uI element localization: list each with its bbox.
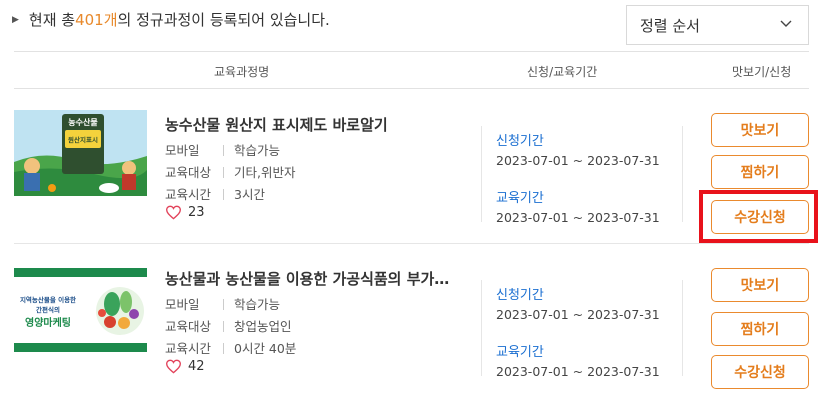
- like-button[interactable]: 42: [165, 359, 205, 374]
- course-count-summary: ▶ 현재 총 401개 의 정규과정이 등록되어 있습니다.: [12, 9, 330, 30]
- course-meta-duration: 교육시간 0시간 40분: [165, 341, 297, 356]
- apply-period-label: 신청기간: [496, 288, 544, 303]
- sort-order-select[interactable]: 정렬 순서: [626, 5, 809, 45]
- thumbnail-title-line1: 농수산물: [68, 117, 98, 127]
- course-row: 지역농산물을 이용한 간편식의 영양마케팅 농산물과 농산물을 이용한 가공식품…: [14, 258, 809, 398]
- chevron-down-icon: [780, 20, 792, 27]
- course-meta-target: 교육대상 기타,위반자: [165, 165, 296, 180]
- thumbnail-title-line3: 영양마케팅: [25, 316, 71, 329]
- education-period-label: 교육기간: [496, 191, 544, 206]
- thumbnail-title-line1: 지역농산물을 이용한: [20, 295, 76, 304]
- course-title[interactable]: 농수산물 원산지 표시제도 바로알기: [165, 114, 388, 135]
- column-divider: [682, 126, 683, 222]
- apply-period-dates: 2023-07-01 ~ 2023-07-31: [496, 307, 660, 322]
- apply-period-label: 신청기간: [496, 134, 544, 149]
- column-divider: [481, 126, 482, 222]
- course-thumbnail[interactable]: 지역농산물을 이용한 간편식의 영양마케팅: [14, 268, 147, 352]
- course-title[interactable]: 농산물과 농산물을 이용한 가공식품의 부가…: [165, 268, 449, 289]
- enroll-button[interactable]: 수강신청: [711, 200, 809, 234]
- heart-icon: [165, 359, 182, 374]
- preview-button[interactable]: 맛보기: [711, 113, 809, 147]
- preview-button[interactable]: 맛보기: [711, 268, 809, 302]
- education-period-label: 교육기간: [496, 345, 544, 360]
- education-period-dates: 2023-07-01 ~ 2023-07-31: [496, 210, 660, 225]
- like-count: 23: [188, 205, 205, 220]
- thumbnail-title-line2: 간편식의: [36, 305, 60, 314]
- column-divider: [481, 280, 482, 376]
- column-header-period: 신청/교육기간: [527, 65, 598, 79]
- course-meta-target: 교육대상 창업농업인: [165, 319, 292, 334]
- wishlist-button[interactable]: 찜하기: [711, 155, 809, 189]
- wishlist-button[interactable]: 찜하기: [711, 312, 809, 346]
- enroll-button[interactable]: 수강신청: [711, 355, 809, 389]
- table-header: 교육과정명 신청/교육기간 맛보기/신청: [14, 51, 809, 89]
- like-button[interactable]: 23: [165, 205, 205, 220]
- course-thumbnail-art: 지역농산물을 이용한 간편식의 영양마케팅: [14, 268, 147, 352]
- triangle-bullet-icon: ▶: [12, 14, 19, 25]
- course-row: 농수산물 원산지표시 농수산물 원산지 표시제도 바로알기 모바일 학습가능 교육…: [14, 104, 809, 244]
- course-meta-mobile: 모바일 학습가능: [165, 143, 281, 158]
- course-thumbnail[interactable]: 농수산물 원산지표시: [14, 110, 147, 196]
- summary-suffix: 의 정규과정이 등록되어 있습니다.: [117, 11, 330, 29]
- column-divider: [682, 280, 683, 376]
- apply-period-dates: 2023-07-01 ~ 2023-07-31: [496, 153, 660, 168]
- list-toolbar: ▶ 현재 총 401개 의 정규과정이 등록되어 있습니다. 정렬 순서: [0, 0, 823, 48]
- course-meta-mobile: 모바일 학습가능: [165, 297, 281, 312]
- course-meta-duration: 교육시간 3시간: [165, 187, 265, 202]
- like-count: 42: [188, 359, 205, 374]
- sort-order-label: 정렬 순서: [640, 16, 700, 35]
- column-header-actions: 맛보기/신청: [732, 65, 792, 79]
- heart-icon: [165, 205, 182, 220]
- thumbnail-title-line2: 원산지표시: [68, 135, 98, 144]
- summary-prefix: 현재 총: [28, 11, 76, 29]
- column-header-course-name: 교육과정명: [214, 65, 270, 79]
- row-divider: [14, 243, 809, 244]
- education-period-dates: 2023-07-01 ~ 2023-07-31: [496, 364, 660, 379]
- course-thumbnail-art: 농수산물 원산지표시: [14, 110, 147, 196]
- course-count: 401개: [75, 11, 118, 29]
